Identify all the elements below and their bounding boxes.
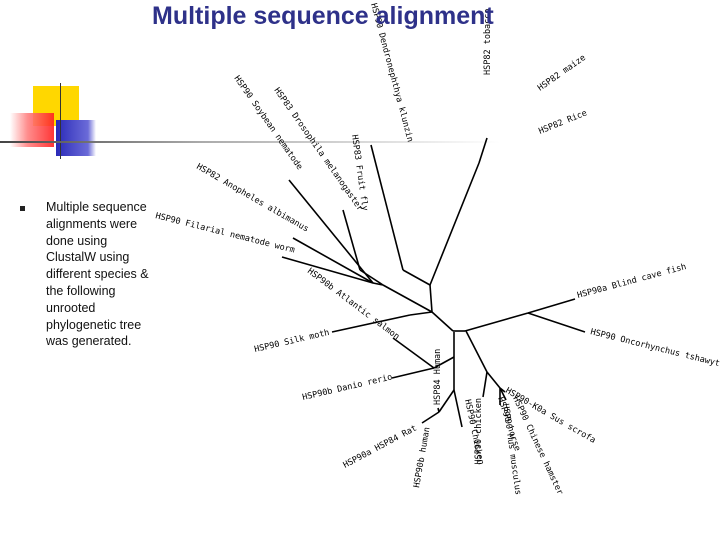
leaf-label: HSP82 maize (536, 53, 588, 93)
leaf-label: HSP82 Rice (537, 108, 588, 136)
tree-branch (382, 284, 433, 313)
tree-branch (431, 311, 454, 332)
tree-branch (482, 371, 488, 398)
slide: Multiple sequence alignment Multiple seq… (0, 0, 720, 540)
page-title: Multiple sequence alignment (152, 2, 494, 30)
leaf-label: HSP90a HSP84 Rat (342, 423, 419, 470)
leaf-label: HSP90 Soybean nematode (232, 74, 305, 172)
leaf-label: HSP90 Oncorhynchus tshawytscha (589, 327, 720, 374)
tree-branch (527, 298, 576, 314)
tree-branch (453, 389, 463, 428)
leaf-label: HSP84 Human (433, 349, 443, 405)
tree-branch (527, 312, 586, 333)
tree-branch (370, 144, 404, 271)
tree-branch (292, 237, 374, 284)
leaf-label: HSP90a Blind cave fish (576, 262, 687, 301)
leaf-label: HSP90b Danio rerio (301, 372, 393, 402)
leaf-label: HSP90b human (412, 426, 433, 488)
tree-branch (465, 330, 488, 373)
tree-branch (437, 407, 440, 413)
tree-branch (464, 312, 529, 332)
tree-branch (392, 337, 435, 369)
tree-branch (402, 269, 431, 286)
tree-branch (409, 311, 433, 316)
leaf-label: HSP82 Anopheles albimanus (195, 162, 311, 235)
tree-branch (478, 137, 488, 164)
leaf-label: HSP90 chicken (474, 398, 484, 465)
tree-branch (391, 367, 435, 379)
leaf-label: HSP90 Silk moth (253, 328, 330, 355)
tree-branch (429, 284, 433, 313)
tree-branch (429, 162, 480, 286)
phylogenetic-tree: HSP82 tobacco HSP82 maizeHSP82 RiceHSP90 … (154, 2, 720, 496)
tree-branch (421, 411, 440, 424)
tree-branch (486, 371, 501, 389)
leaf-label: HSP90 Filarial nematode worm (154, 211, 295, 255)
tree-branch (342, 209, 361, 271)
